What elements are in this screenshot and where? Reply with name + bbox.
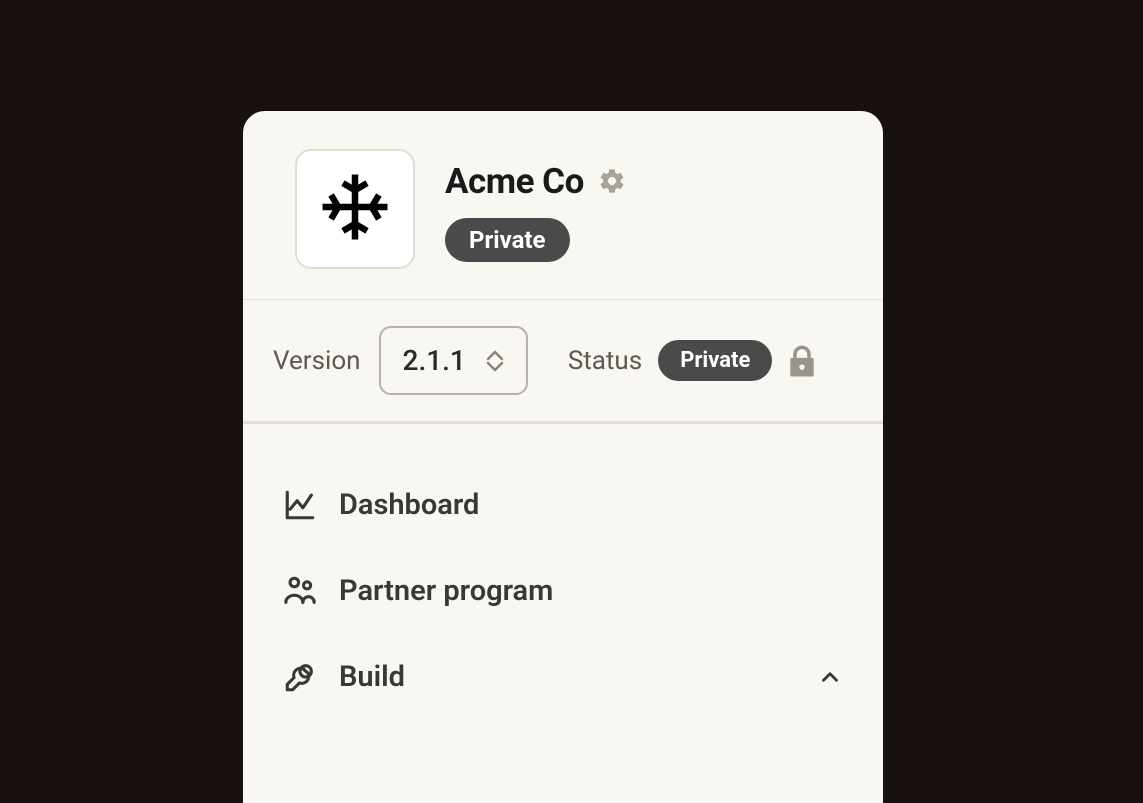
sidebar-panel: Acme Co Private Version 2.1.1 Status Pri…: [243, 111, 883, 803]
nav-item-build[interactable]: Build: [243, 634, 883, 720]
lock-icon: [788, 345, 816, 377]
people-icon: [283, 574, 317, 608]
gear-icon[interactable]: [598, 167, 626, 195]
nav-item-partner-program[interactable]: Partner program: [243, 548, 883, 634]
chevron-up-icon: [817, 664, 843, 690]
nav-label: Build: [339, 660, 795, 694]
status-badge: Private: [658, 340, 772, 381]
app-logo: [295, 149, 415, 269]
snowflake-icon: [316, 168, 394, 250]
status-group: Status Private: [568, 340, 816, 381]
nav: Dashboard Partner program Build: [243, 424, 883, 720]
select-chevrons-icon: [486, 350, 504, 372]
title-row: Acme Co: [445, 161, 626, 202]
nav-item-dashboard[interactable]: Dashboard: [243, 462, 883, 548]
chart-line-icon: [283, 488, 317, 522]
app-title: Acme Co: [445, 161, 584, 202]
version-value: 2.1.1: [403, 344, 466, 377]
header-info: Acme Co Private: [445, 157, 626, 262]
subbar: Version 2.1.1 Status Private: [243, 300, 883, 424]
nav-label: Partner program: [339, 574, 843, 608]
version-label: Version: [273, 346, 361, 376]
version-select[interactable]: 2.1.1: [379, 326, 528, 395]
visibility-badge: Private: [445, 218, 570, 262]
status-label: Status: [568, 346, 642, 376]
header: Acme Co Private: [243, 111, 883, 300]
nav-label: Dashboard: [339, 488, 843, 522]
wrench-icon: [283, 660, 317, 694]
